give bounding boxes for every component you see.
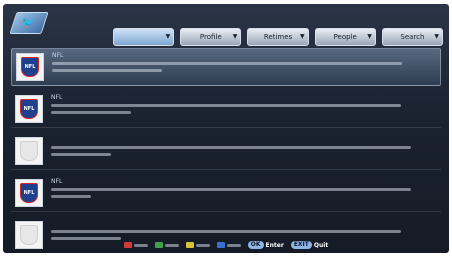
nfl-shield-icon: NFL: [20, 99, 38, 119]
green-key-icon: [154, 242, 163, 248]
tweet-text-placeholder: [51, 195, 91, 198]
tweet-text-placeholder: [51, 146, 411, 149]
tab-label: Search: [400, 33, 425, 41]
tab-bar: ▼ Profile ▼ Retimes ▼ People ▼ Search ▼: [113, 28, 444, 46]
dropdown-arrow-icon: ▼: [232, 33, 238, 40]
tab-search[interactable]: Search ▼: [381, 28, 444, 46]
tweet-text-placeholder: [52, 62, 402, 65]
ok-hint-label: Enter: [265, 241, 284, 249]
tab-retimes[interactable]: Retimes ▼: [247, 28, 309, 46]
avatar: NFL: [16, 53, 44, 81]
dropdown-arrow-icon: ▼: [367, 33, 372, 40]
dropdown-arrow-icon: ▼: [165, 33, 171, 40]
tweet-row[interactable]: NFL NFL: [11, 48, 441, 86]
tweet-text-placeholder: [52, 69, 162, 72]
tweet-row[interactable]: NFL NFL: [11, 175, 441, 212]
green-key-hint[interactable]: [154, 242, 179, 248]
dropdown-arrow-icon: ▼: [434, 33, 440, 40]
tweet-author: NFL: [51, 178, 63, 185]
tweet-text-placeholder: [51, 111, 131, 114]
nfl-shield-icon: NFL: [20, 183, 38, 203]
exit-key-icon: EXIT: [290, 241, 312, 249]
tweet-list: NFL NFL NFL NFL NFL NFL: [11, 48, 441, 253]
tab-label: Retimes: [263, 33, 293, 41]
exit-key-hint[interactable]: EXIT Quit: [290, 241, 329, 249]
ok-key-hint[interactable]: OK Enter: [247, 241, 284, 249]
tweet-text-placeholder: [51, 104, 401, 107]
tweet-author: NFL: [51, 94, 63, 101]
red-key-hint[interactable]: [123, 242, 148, 248]
red-key-icon: [123, 242, 132, 248]
avatar: NFL: [15, 179, 43, 207]
app-screen: 🐦 ▼ Profile ▼ Retimes ▼ People ▼ Search …: [3, 4, 449, 253]
exit-hint-label: Quit: [313, 241, 329, 249]
hint-text-placeholder: [195, 243, 210, 247]
tweet-row[interactable]: [11, 133, 441, 170]
tweet-text-placeholder: [51, 153, 111, 156]
bird-icon: 🐦: [21, 16, 35, 29]
ok-key-icon: OK: [247, 241, 264, 249]
tab-profile[interactable]: Profile ▼: [180, 28, 242, 46]
dropdown-arrow-icon: ▼: [299, 33, 305, 40]
tweet-text-placeholder: [51, 188, 411, 191]
sports-logo-icon: [20, 141, 38, 161]
app-logo: 🐦: [9, 12, 49, 34]
blue-key-icon: [216, 242, 225, 248]
yellow-key-hint[interactable]: [185, 242, 210, 248]
tweet-author: NFL: [52, 52, 64, 59]
tab-people[interactable]: People ▼: [314, 28, 376, 46]
tweet-row[interactable]: NFL NFL: [11, 91, 441, 128]
tweet-text-placeholder: [51, 230, 401, 233]
hint-text-placeholder: [226, 243, 241, 247]
yellow-key-icon: [185, 242, 194, 248]
tab-label: Profile: [199, 33, 222, 41]
hint-text-placeholder: [133, 243, 148, 247]
nfl-shield-icon: NFL: [21, 57, 39, 77]
remote-key-hints: OK Enter EXIT Quit: [3, 237, 449, 253]
tab-1[interactable]: ▼: [113, 28, 175, 46]
blue-key-hint[interactable]: [216, 242, 241, 248]
avatar: NFL: [15, 95, 43, 123]
tab-label: People: [333, 33, 357, 41]
avatar: [15, 137, 43, 165]
hint-text-placeholder: [164, 243, 179, 247]
